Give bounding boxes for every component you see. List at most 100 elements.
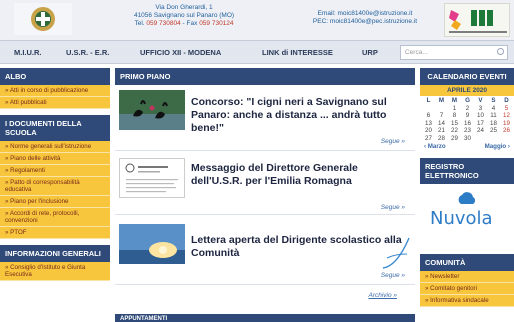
news-more-link[interactable]: Segue » bbox=[381, 138, 405, 145]
calendar-day[interactable]: 1 bbox=[448, 105, 461, 113]
letterhead-image[interactable] bbox=[119, 158, 185, 198]
calendar-day[interactable]: 25 bbox=[487, 127, 500, 135]
calendar-day[interactable]: 9 bbox=[461, 112, 474, 120]
calendar-day[interactable]: 12 bbox=[500, 112, 513, 120]
news-item: Concorso: "I cigni neri a Savignano sul … bbox=[115, 84, 415, 151]
news-more-link[interactable]: Segue » bbox=[381, 272, 405, 279]
sidebar-item-comitato[interactable]: » Comitato genitori bbox=[420, 283, 514, 295]
calendar-day[interactable]: 8 bbox=[448, 112, 461, 120]
calendar-day[interactable]: 18 bbox=[487, 120, 500, 128]
fax-number: 059 730124 bbox=[199, 20, 234, 27]
sidebar-item-ptof[interactable]: » PTOF bbox=[0, 227, 110, 239]
pec-link[interactable]: PEC: moic81400e@pec.istruzione.it bbox=[300, 18, 430, 26]
calendar-day bbox=[500, 135, 513, 143]
calendar-day[interactable]: 22 bbox=[448, 127, 461, 135]
nav-miur[interactable]: M.I.U.R. bbox=[14, 48, 42, 57]
calendar-weekday: G bbox=[465, 97, 470, 104]
calendar-day[interactable]: 11 bbox=[487, 112, 500, 120]
email-link[interactable]: Email: moic81400e@istruzione.it bbox=[300, 10, 430, 18]
decorative-swoosh-icon bbox=[382, 237, 410, 269]
sidebar-item-piano-attivita[interactable]: » Piano delle attività bbox=[0, 153, 110, 165]
informazioni-list: » Consiglio d'Istituto e Giunta Esecutiv… bbox=[0, 262, 110, 281]
sunrise-image[interactable] bbox=[119, 224, 185, 264]
sidebar-item-consiglio[interactable]: » Consiglio d'Istituto e Giunta Esecutiv… bbox=[0, 262, 110, 281]
calendar-day[interactable]: 21 bbox=[435, 127, 448, 135]
calendar-day[interactable]: 17 bbox=[474, 120, 487, 128]
school-logo[interactable] bbox=[14, 3, 72, 35]
comunita-heading: COMUNITÀ bbox=[420, 254, 514, 271]
main-content: PRIMO PIANO Concorso: "I cigni neri a Sa… bbox=[115, 68, 415, 322]
sidebar-item-accordi[interactable]: » Accordi di rete, protocolli, convenzio… bbox=[0, 208, 110, 227]
calendar-next-month[interactable]: Maggio › bbox=[485, 143, 510, 150]
calendar-day[interactable]: 4 bbox=[487, 105, 500, 113]
calendar-day[interactable]: 3 bbox=[474, 105, 487, 113]
calendar-day bbox=[474, 135, 487, 143]
primo-piano-heading: PRIMO PIANO bbox=[115, 68, 415, 85]
main-navigation: M.I.U.R. U.S.R. - E.R. UFFICIO XII - MOD… bbox=[0, 40, 514, 64]
calendar-day[interactable]: 6 bbox=[422, 112, 435, 120]
calendar-heading: CALENDARIO EVENTI bbox=[420, 68, 514, 85]
calendar-prev-month[interactable]: ‹ Marzo bbox=[424, 143, 446, 150]
calendar-day[interactable]: 15 bbox=[448, 120, 461, 128]
sidebar-item-atti-in-corso[interactable]: » Atti in corso di pubblicazione bbox=[0, 85, 110, 97]
archive-link[interactable]: Archivio » bbox=[368, 292, 397, 299]
nav-link-interesse[interactable]: LINK di INTERESSE bbox=[262, 48, 333, 57]
calendar-day[interactable]: 14 bbox=[435, 120, 448, 128]
calendar-day[interactable]: 27 bbox=[422, 135, 435, 143]
appuntamenti-heading: APPUNTAMENTI bbox=[115, 314, 415, 322]
calendar-day bbox=[422, 105, 435, 113]
school-contacts: Email: moic81400e@istruzione.it PEC: moi… bbox=[300, 10, 430, 26]
calendar-day[interactable]: 5 bbox=[500, 105, 513, 113]
calendar-day[interactable]: 24 bbox=[474, 127, 487, 135]
calendar-day[interactable]: 26 bbox=[500, 127, 513, 135]
calendar-day[interactable]: 7 bbox=[435, 112, 448, 120]
calendar-day[interactable]: 16 bbox=[461, 120, 474, 128]
search-icon[interactable] bbox=[497, 48, 504, 55]
nav-ufficio-xii[interactable]: UFFICIO XII - MODENA bbox=[140, 48, 221, 57]
albo-list: » Atti in corso di pubblicazione » Atti … bbox=[0, 85, 110, 109]
calendar-day[interactable]: 28 bbox=[435, 135, 448, 143]
calendar-day[interactable]: 29 bbox=[448, 135, 461, 143]
school-banner-badge[interactable] bbox=[444, 3, 510, 37]
nav-usr-er[interactable]: U.S.R. - E.R. bbox=[66, 48, 109, 57]
left-sidebar: ALBO » Atti in corso di pubblicazione » … bbox=[0, 68, 110, 322]
calendar-day[interactable]: 30 bbox=[461, 135, 474, 143]
nuvola-logo-text: Nuvola bbox=[430, 208, 493, 229]
calendar-month: APRILE 2020 bbox=[420, 85, 514, 96]
news-more-link[interactable]: Segue » bbox=[381, 204, 405, 211]
address-line-city: 41056 Savignano sul Panaro (MO) bbox=[133, 12, 235, 19]
sidebar-item-regolamenti[interactable]: » Regolamenti bbox=[0, 165, 110, 177]
calendar-day[interactable]: 20 bbox=[422, 127, 435, 135]
sidebar-item-informativa[interactable]: » Informativa sindacale bbox=[420, 295, 514, 307]
comunita-list: » Newsletter » Comitato genitori » Infor… bbox=[420, 271, 514, 307]
calendar-grid: L M M G V S D 1 2 3 4 5 6 7 8 9 10 11 12 13 14 15 16 17 18 19 20 21… bbox=[420, 96, 514, 143]
sidebar-item-patto[interactable]: » Patto di corresponsabilità educativa bbox=[0, 177, 110, 196]
calendar-weekday: M bbox=[451, 97, 458, 104]
calendar-day[interactable]: 10 bbox=[474, 112, 487, 120]
news-title-concorso[interactable]: Concorso: "I cigni neri a Savignano sul … bbox=[191, 96, 411, 135]
registro-heading: REGISTRO ELETTRONICO bbox=[420, 158, 514, 184]
news-title-lettera[interactable]: Lettera aperta del Dirigente scolastico … bbox=[191, 234, 411, 260]
calendar-day bbox=[487, 135, 500, 143]
nuvola-banner[interactable]: Nuvola bbox=[420, 184, 514, 244]
calendar-nav: ‹ Marzo Maggio › bbox=[420, 143, 514, 150]
sidebar-item-atti-pubblicati[interactable]: » Atti pubblicati bbox=[0, 97, 110, 109]
school-address: Via Don Gherardi, 1 41056 Savignano sul … bbox=[84, 4, 284, 28]
news-title-messaggio[interactable]: Messaggio del Direttore Generale dell'U.… bbox=[191, 162, 411, 188]
search-input[interactable]: Cerca... bbox=[400, 45, 508, 60]
sidebar-item-inclusione[interactable]: » Piano per l'inclusione bbox=[0, 196, 110, 208]
black-swans-image[interactable] bbox=[119, 90, 185, 130]
informazioni-heading: INFORMAZIONI GENERALI bbox=[0, 245, 110, 262]
sidebar-item-newsletter[interactable]: » Newsletter bbox=[420, 271, 514, 283]
calendar-day[interactable]: 23 bbox=[461, 127, 474, 135]
calendar-day[interactable]: 2 bbox=[461, 105, 474, 113]
address-line-street: Via Don Gherardi, 1 bbox=[155, 4, 213, 11]
calendar-day[interactable]: 13 bbox=[422, 120, 435, 128]
right-sidebar: CALENDARIO EVENTI APRILE 2020 LMMGVSD123… bbox=[420, 68, 514, 322]
calendar-weekday: V bbox=[478, 97, 483, 104]
documenti-heading: I DOCUMENTI DELLA SCUOLA bbox=[0, 115, 110, 141]
nav-urp[interactable]: URP bbox=[362, 48, 378, 57]
calendar-day[interactable]: 19 bbox=[500, 120, 513, 128]
sidebar-item-norme[interactable]: » Norme generali sull'istruzione bbox=[0, 141, 110, 153]
news-item: Lettera aperta del Dirigente scolastico … bbox=[115, 214, 415, 285]
